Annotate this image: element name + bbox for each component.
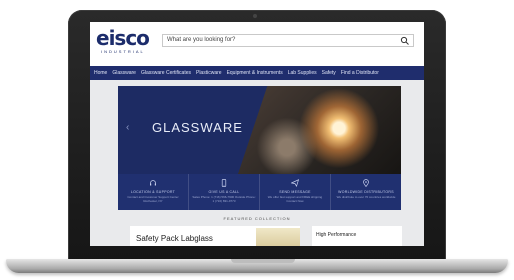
search-icon[interactable] <box>400 36 410 46</box>
logo-subtitle: INDUSTRIAL <box>101 49 145 54</box>
info-text: We offer fast support and FREE shipping … <box>267 195 323 203</box>
info-call[interactable]: GIVE US A CALL Sales Phone: 1 (716) 566-… <box>189 174 260 210</box>
search-placeholder: What are you looking for? <box>167 37 236 43</box>
featured-heading: FEATURED COLLECTION <box>223 216 291 221</box>
info-heading: SEND MESSAGE <box>279 190 311 194</box>
hero-title: GLASSWARE <box>152 120 243 135</box>
nav-find-distributor[interactable]: Find a Distributor <box>341 70 379 76</box>
nav-lab-supplies[interactable]: Lab Supplies <box>288 70 317 76</box>
product-card[interactable]: High Performance <box>312 226 402 246</box>
phone-icon <box>221 179 227 187</box>
info-strip: LOCATION & SUPPORT Contact and Customer … <box>118 174 401 210</box>
product-card-title: High Performance <box>316 232 357 238</box>
info-text: Sales Phone: 1 (716) 566-7900 Outside Ph… <box>192 195 256 203</box>
carousel-prev-icon[interactable]: ‹ <box>126 122 129 133</box>
send-icon <box>291 179 299 187</box>
nav-equipment[interactable]: Equipment & Instruments <box>227 70 283 76</box>
product-card[interactable]: Safety Pack Labglass <box>130 226 300 246</box>
nav-safety[interactable]: Safety <box>322 70 336 76</box>
webcam <box>253 14 257 18</box>
nav-glassware[interactable]: Glassware <box>112 70 136 76</box>
logo-text: eisco <box>96 26 150 50</box>
site-logo[interactable]: eisco <box>96 26 150 50</box>
info-location[interactable]: LOCATION & SUPPORT Contact and Customer … <box>118 174 189 210</box>
laptop-base <box>6 259 508 273</box>
nav-glassware-certificates[interactable]: Glassware Certificates <box>141 70 191 76</box>
laptop-notch <box>231 259 295 263</box>
headset-icon <box>150 180 156 186</box>
search-input[interactable]: What are you looking for? <box>162 34 414 47</box>
hero-glassware-photo <box>238 86 401 174</box>
site-header: eisco INDUSTRIAL What are you looking fo… <box>90 22 424 66</box>
info-heading: WORLDWIDE DISTRIBUTORS <box>338 190 394 194</box>
main-nav: Home Glassware Glassware Certificates Pl… <box>90 66 424 80</box>
info-message[interactable]: SEND MESSAGE We offer fast support and F… <box>260 174 331 210</box>
location-pin-icon <box>363 179 369 187</box>
nav-home[interactable]: Home <box>94 70 107 76</box>
info-distributors[interactable]: WORLDWIDE DISTRIBUTORS We distribute to … <box>331 174 401 210</box>
hero-banner[interactable]: ‹ GLASSWARE <box>118 86 401 174</box>
info-text: Contact and Customer Support Center Roch… <box>127 195 179 203</box>
info-heading: GIVE US A CALL <box>208 190 240 194</box>
laptop-screen: eisco INDUSTRIAL What are you looking fo… <box>90 22 424 246</box>
info-text: We distribute to over 70 countries world… <box>336 195 396 199</box>
product-thumbnail <box>256 228 300 246</box>
nav-plasticware[interactable]: Plasticware <box>196 70 222 76</box>
product-card-title: Safety Pack Labglass <box>136 234 213 243</box>
info-heading: LOCATION & SUPPORT <box>130 190 176 194</box>
